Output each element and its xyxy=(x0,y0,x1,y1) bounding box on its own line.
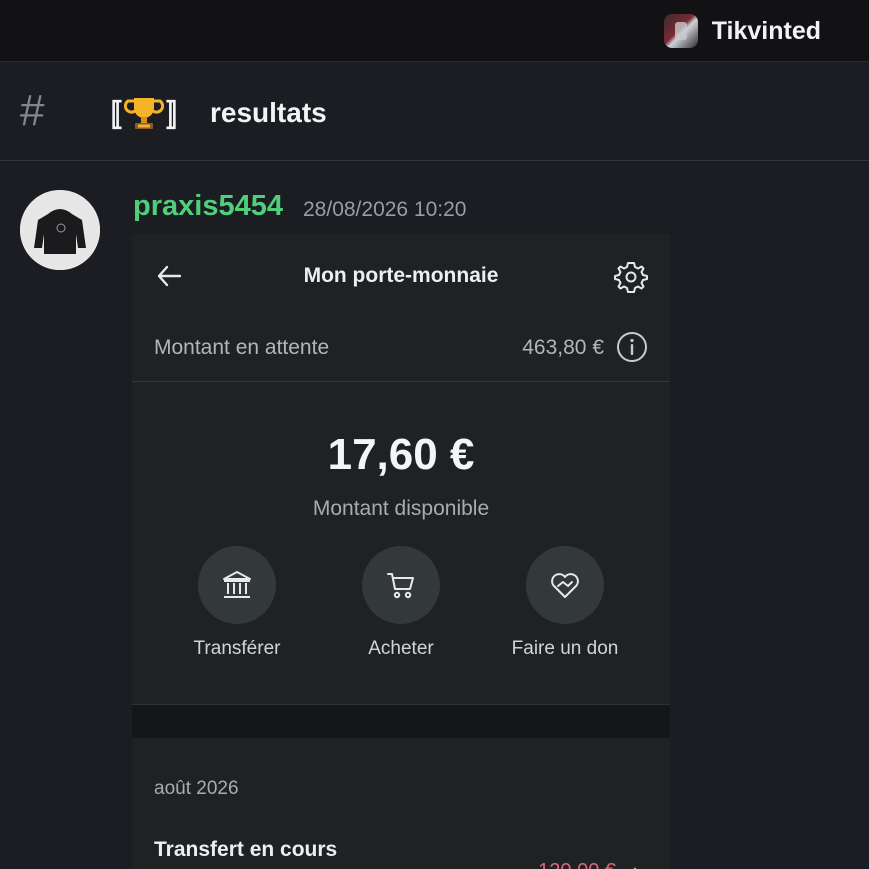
transfer-button[interactable]: Transférer xyxy=(157,546,317,660)
top-bar: Tikvinted xyxy=(0,0,869,62)
username[interactable]: praxis5454 xyxy=(133,190,283,223)
pending-value: 463,80 € xyxy=(522,336,604,359)
buy-label: Acheter xyxy=(368,638,434,659)
heart-hand-icon xyxy=(551,573,579,598)
transaction-title[interactable]: Transfert en cours xyxy=(154,838,337,862)
transaction-amount: -120,00 € xyxy=(531,860,616,869)
channel-bracket-close: 〛 xyxy=(166,100,196,133)
info-icon[interactable] xyxy=(616,331,648,363)
section-divider xyxy=(132,704,670,738)
attached-screenshot[interactable]: Mon porte-monnaie Montant en attente 463… xyxy=(132,234,670,869)
donate-label: Faire un don xyxy=(511,638,619,659)
hoodie-image xyxy=(20,190,100,270)
pending-amount-row: Montant en attente 463,80 € xyxy=(132,316,670,382)
user-avatar[interactable] xyxy=(20,190,100,270)
wallet-title: Mon porte-monnaie xyxy=(303,264,499,287)
buy-circle[interactable] xyxy=(362,546,440,624)
gear-icon[interactable] xyxy=(614,260,648,294)
channel-name: resultats xyxy=(210,97,327,128)
channel-title[interactable]: 〚 〛 resultats xyxy=(92,91,327,135)
server-name[interactable]: Tikvinted xyxy=(712,17,821,46)
channel-bracket-open: 〚 xyxy=(92,100,122,133)
donate-button[interactable]: Faire un don xyxy=(485,546,645,660)
timestamp: 28/08/2026 10:20 xyxy=(303,198,467,221)
available-balance: 17,60 € xyxy=(327,430,475,479)
month-header: août 2026 xyxy=(154,778,239,799)
cart-icon xyxy=(387,573,414,599)
donate-circle[interactable] xyxy=(526,546,604,624)
transfer-circle[interactable] xyxy=(198,546,276,624)
channel-header: # 〚 〛 resultats xyxy=(0,63,869,161)
hash-icon: # xyxy=(20,86,45,135)
bank-icon xyxy=(223,571,251,598)
server-header[interactable]: Tikvinted xyxy=(663,14,821,48)
trophy-icon xyxy=(124,98,164,129)
server-avatar[interactable] xyxy=(663,14,698,48)
transfer-label: Transférer xyxy=(193,638,281,659)
chevron-right-icon[interactable]: › xyxy=(633,858,640,869)
available-balance-label: Montant disponible xyxy=(312,497,490,520)
wallet-header: Mon porte-monnaie xyxy=(132,234,670,316)
message: praxis5454 28/08/2026 10:20 Mon porte-mo… xyxy=(0,162,869,869)
buy-button[interactable]: Acheter xyxy=(321,546,481,660)
pending-label: Montant en attente xyxy=(154,336,330,359)
